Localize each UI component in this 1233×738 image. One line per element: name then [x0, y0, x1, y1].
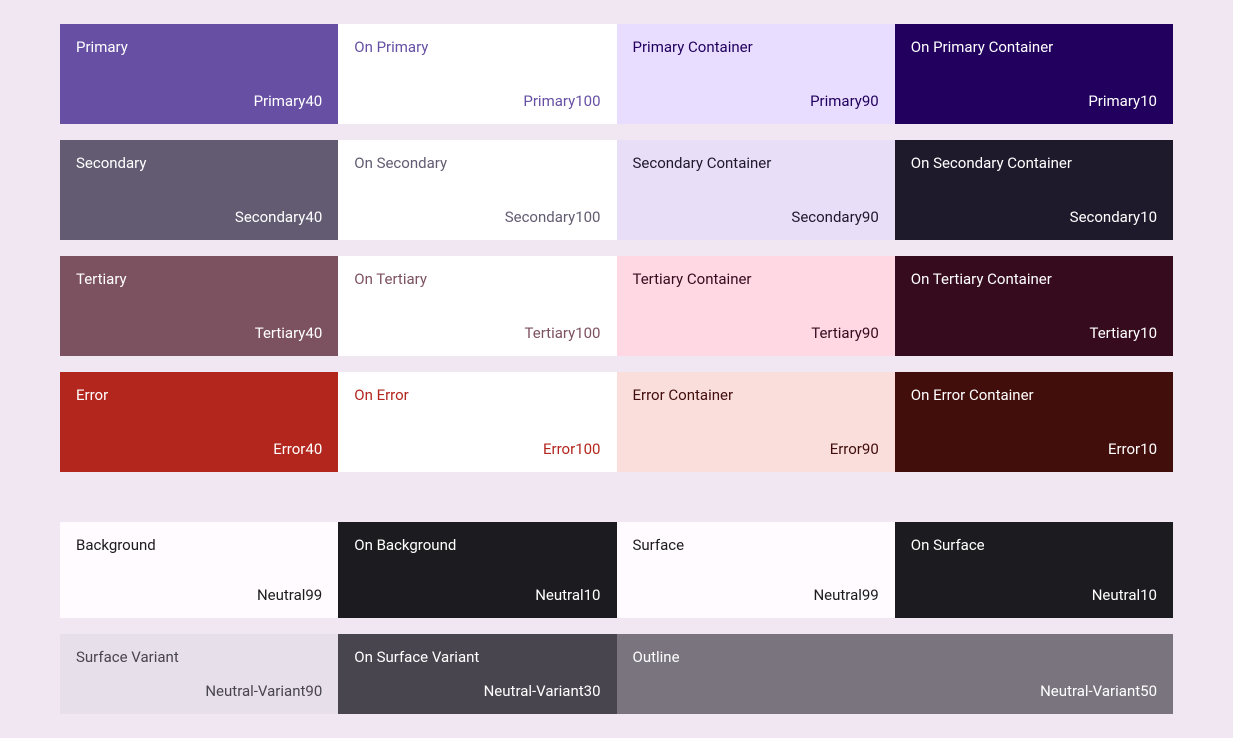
swatch-outline: Outline Neutral-Variant50 [617, 634, 1174, 714]
token-label: Neutral-Variant90 [76, 682, 322, 700]
token-label: Primary10 [911, 92, 1157, 110]
token-label: Primary40 [76, 92, 322, 110]
token-label: Neutral10 [354, 586, 600, 604]
role-label: On Surface Variant [354, 648, 600, 666]
spacer [60, 472, 1173, 522]
swatch-on-primary: On Primary Primary100 [338, 24, 616, 124]
swatch-on-primary-container: On Primary Container Primary10 [895, 24, 1173, 124]
token-label: Neutral-Variant30 [354, 682, 600, 700]
swatch-background: Background Neutral99 [60, 522, 338, 618]
role-label: On Primary Container [911, 38, 1157, 56]
token-label: Error40 [76, 440, 322, 458]
role-label: Primary Container [633, 38, 879, 56]
token-label: Neutral-Variant50 [633, 682, 1158, 700]
role-label: Error [76, 386, 322, 404]
swatch-on-tertiary: On Tertiary Tertiary100 [338, 256, 616, 356]
role-label: Surface Variant [76, 648, 322, 666]
swatch-primary-container: Primary Container Primary90 [617, 24, 895, 124]
token-label: Error10 [911, 440, 1157, 458]
role-label: On Error Container [911, 386, 1157, 404]
token-label: Secondary90 [633, 208, 879, 226]
token-label: Primary90 [633, 92, 879, 110]
swatch-on-surface-variant: On Surface Variant Neutral-Variant30 [338, 634, 616, 714]
role-label: Outline [633, 648, 1158, 666]
swatch-tertiary: Tertiary Tertiary40 [60, 256, 338, 356]
swatch-error-container: Error Container Error90 [617, 372, 895, 472]
token-label: Neutral99 [633, 586, 879, 604]
role-label: On Error [354, 386, 600, 404]
swatch-on-error: On Error Error100 [338, 372, 616, 472]
token-label: Secondary40 [76, 208, 322, 226]
swatch-on-surface: On Surface Neutral10 [895, 522, 1173, 618]
swatch-on-error-container: On Error Container Error10 [895, 372, 1173, 472]
swatch-surface-variant: Surface Variant Neutral-Variant90 [60, 634, 338, 714]
token-label: Error100 [354, 440, 600, 458]
swatch-tertiary-container: Tertiary Container Tertiary90 [617, 256, 895, 356]
role-label: On Background [354, 536, 600, 554]
token-label: Tertiary90 [633, 324, 879, 342]
swatch-on-secondary-container: On Secondary Container Secondary10 [895, 140, 1173, 240]
role-label: Primary [76, 38, 322, 56]
swatch-on-secondary: On Secondary Secondary100 [338, 140, 616, 240]
swatch-primary: Primary Primary40 [60, 24, 338, 124]
token-label: Secondary10 [911, 208, 1157, 226]
swatch-surface: Surface Neutral99 [617, 522, 895, 618]
swatch-secondary-container: Secondary Container Secondary90 [617, 140, 895, 240]
swatch-secondary: Secondary Secondary40 [60, 140, 338, 240]
token-label: Tertiary100 [354, 324, 600, 342]
role-label: On Secondary [354, 154, 600, 172]
role-label: Secondary Container [633, 154, 879, 172]
swatch-on-tertiary-container: On Tertiary Container Tertiary10 [895, 256, 1173, 356]
swatch-error: Error Error40 [60, 372, 338, 472]
role-label: On Secondary Container [911, 154, 1157, 172]
token-label: Tertiary10 [911, 324, 1157, 342]
role-label: Secondary [76, 154, 322, 172]
spacer [60, 618, 1173, 634]
token-label: Secondary100 [354, 208, 600, 226]
role-label: Tertiary Container [633, 270, 879, 288]
spacer [60, 240, 1173, 256]
role-label: On Tertiary [354, 270, 600, 288]
role-label: Tertiary [76, 270, 322, 288]
swatch-on-background: On Background Neutral10 [338, 522, 616, 618]
role-label: Background [76, 536, 322, 554]
spacer [60, 356, 1173, 372]
role-label: Surface [633, 536, 879, 554]
token-label: Neutral10 [911, 586, 1157, 604]
role-label: On Surface [911, 536, 1157, 554]
role-label: Error Container [633, 386, 879, 404]
token-label: Tertiary40 [76, 324, 322, 342]
token-label: Neutral99 [76, 586, 322, 604]
token-label: Error90 [633, 440, 879, 458]
color-palette-grid: Primary Primary40 On Primary Primary100 Prim… [60, 24, 1173, 714]
token-label: Primary100 [354, 92, 600, 110]
role-label: On Primary [354, 38, 600, 56]
role-label: On Tertiary Container [911, 270, 1157, 288]
spacer [60, 124, 1173, 140]
